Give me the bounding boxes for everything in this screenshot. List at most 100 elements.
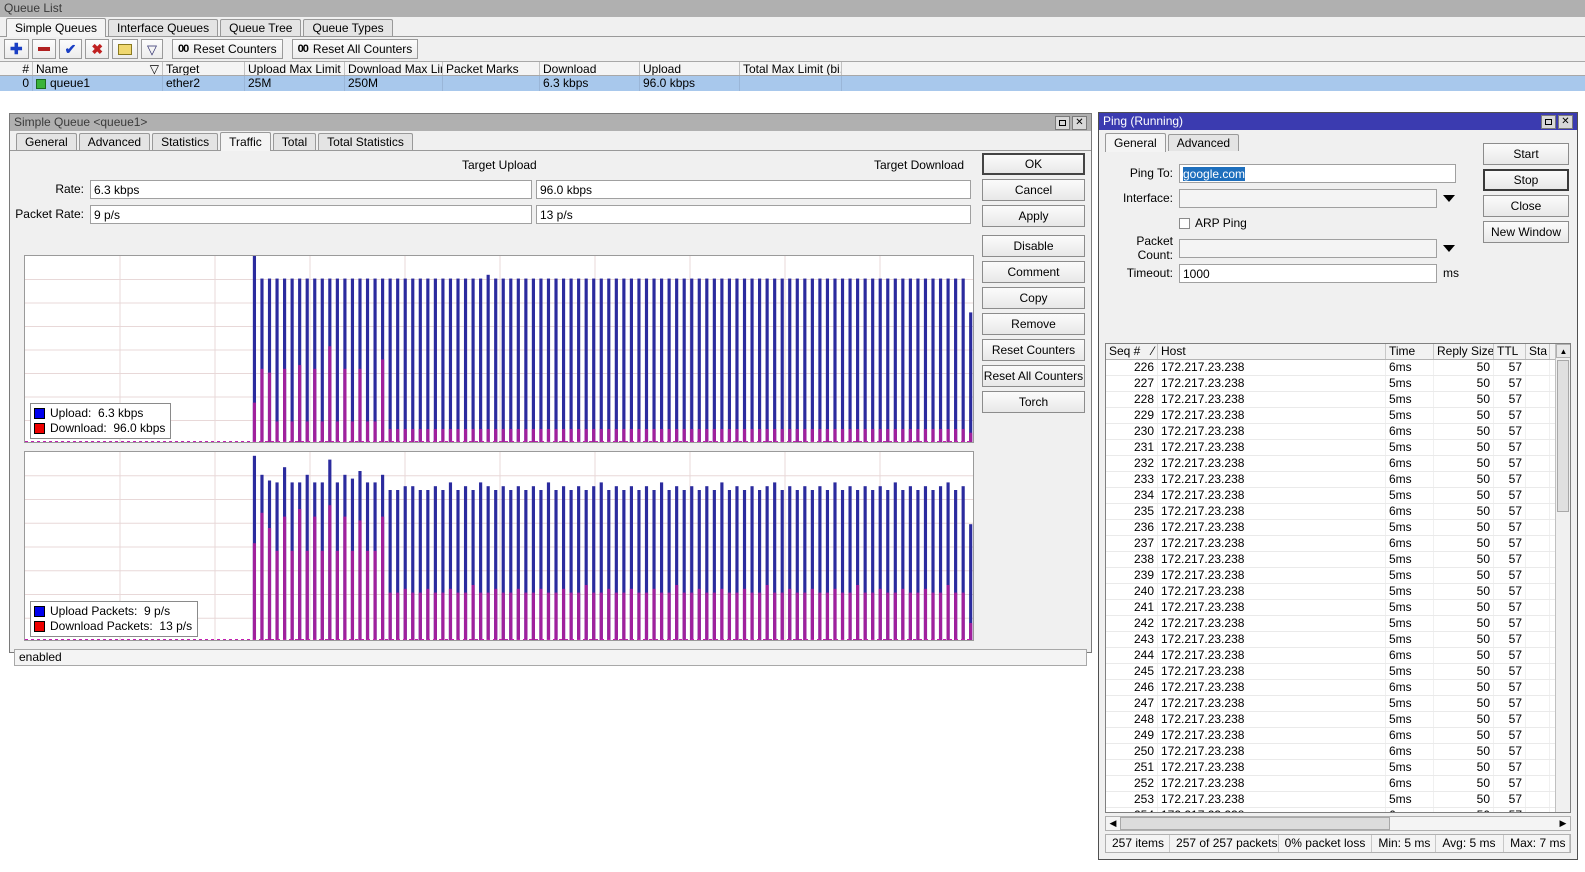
reset-all-counters-button[interactable]: Reset All Counters xyxy=(982,365,1085,387)
table-row[interactable]: 246 172.217.23.238 6ms 50 57 xyxy=(1106,680,1570,696)
cancel-button[interactable]: Cancel xyxy=(982,179,1085,201)
disable-button[interactable]: Disable xyxy=(982,235,1085,257)
column-header-[interactable]: # xyxy=(0,62,33,75)
remove-button[interactable] xyxy=(31,39,56,59)
stop-button[interactable]: Stop xyxy=(1483,169,1569,191)
enable-button[interactable]: ✔ xyxy=(58,39,83,59)
packet-rate-download-field[interactable]: 13 p/s xyxy=(536,204,971,224)
table-row[interactable]: 241 172.217.23.238 5ms 50 57 xyxy=(1106,600,1570,616)
table-row[interactable]: 249 172.217.23.238 6ms 50 57 xyxy=(1106,728,1570,744)
column-header-host[interactable]: Host xyxy=(1158,344,1386,359)
table-row[interactable]: 245 172.217.23.238 5ms 50 57 xyxy=(1106,664,1570,680)
column-header-ttl[interactable]: TTL xyxy=(1494,344,1526,359)
timeout-input[interactable]: 1000 xyxy=(1179,263,1437,283)
table-row[interactable]: 234 172.217.23.238 5ms 50 57 xyxy=(1106,488,1570,504)
copy-button[interactable]: Copy xyxy=(982,287,1085,309)
scroll-up-icon[interactable]: ▲ xyxy=(1556,344,1570,358)
add-button[interactable]: ✚ xyxy=(4,39,29,59)
column-header-download-max-limit[interactable]: Download Max Limit xyxy=(345,62,443,75)
column-header-name[interactable]: Name ▽ xyxy=(33,62,163,75)
tab-total[interactable]: Total xyxy=(272,133,317,150)
column-header-packet-marks[interactable]: Packet Marks xyxy=(443,62,540,75)
table-row[interactable]: 239 172.217.23.238 5ms 50 57 xyxy=(1106,568,1570,584)
interface-input[interactable] xyxy=(1179,188,1437,208)
table-row[interactable]: 226 172.217.23.238 6ms 50 57 xyxy=(1106,360,1570,376)
tab-interface-queues[interactable]: Interface Queues xyxy=(108,19,219,36)
close-icon[interactable]: ✕ xyxy=(1072,115,1087,130)
arp-ping-checkbox[interactable] xyxy=(1179,217,1190,229)
column-header-download[interactable]: Download xyxy=(540,62,640,75)
column-header-upload-max-limit[interactable]: Upload Max Limit xyxy=(245,62,345,75)
column-header-target[interactable]: Target xyxy=(163,62,245,75)
tab-statistics[interactable]: Statistics xyxy=(152,133,219,150)
rate-download-field[interactable]: 96.0 kbps xyxy=(536,179,971,199)
scroll-right-icon[interactable]: ▶ xyxy=(1556,817,1570,830)
apply-button[interactable]: Apply xyxy=(982,205,1085,227)
comment-button[interactable] xyxy=(112,39,139,59)
tab-advanced[interactable]: Advanced xyxy=(78,133,151,150)
column-header-time[interactable]: Time xyxy=(1386,344,1434,359)
table-row[interactable]: 237 172.217.23.238 6ms 50 57 xyxy=(1106,536,1570,552)
packet-count-input[interactable] xyxy=(1179,238,1437,258)
remove-button[interactable]: Remove xyxy=(982,313,1085,335)
table-row[interactable]: 252 172.217.23.238 6ms 50 57 xyxy=(1106,776,1570,792)
tab-general[interactable]: General xyxy=(16,133,77,150)
torch-button[interactable]: Torch xyxy=(982,391,1085,413)
table-row[interactable]: 236 172.217.23.238 5ms 50 57 xyxy=(1106,520,1570,536)
close-icon[interactable]: ✕ xyxy=(1558,114,1573,129)
tab-advanced[interactable]: Advanced xyxy=(1167,134,1240,151)
table-row[interactable]: 243 172.217.23.238 5ms 50 57 xyxy=(1106,632,1570,648)
scroll-thumb[interactable] xyxy=(1557,360,1569,512)
table-row[interactable]: 228 172.217.23.238 5ms 50 57 xyxy=(1106,392,1570,408)
tab-queue-types[interactable]: Queue Types xyxy=(303,19,393,36)
chevron-down-icon[interactable] xyxy=(1443,244,1455,252)
rate-upload-field[interactable]: 6.3 kbps xyxy=(90,179,532,199)
reset-counters-button[interactable]: Reset Counters xyxy=(982,339,1085,361)
maximize-icon[interactable] xyxy=(1055,115,1070,130)
ping-to-input[interactable]: google.com xyxy=(1179,163,1456,183)
column-header-sta[interactable]: Sta xyxy=(1526,344,1550,359)
reset-all-counters-button[interactable]: 00 Reset All Counters xyxy=(291,39,419,59)
tab-traffic[interactable]: Traffic xyxy=(220,132,271,151)
queue-list-titlebar[interactable]: Queue List xyxy=(0,0,1585,17)
table-row[interactable]: 231 172.217.23.238 5ms 50 57 xyxy=(1106,440,1570,456)
tab-simple-queues[interactable]: Simple Queues xyxy=(6,18,107,37)
new-window-button[interactable]: New Window xyxy=(1483,221,1569,243)
column-header-reply-size[interactable]: Reply Size xyxy=(1434,344,1494,359)
table-row[interactable]: 254172.217.23.2386ms5057 xyxy=(1106,808,1570,812)
ping-table-vscrollbar[interactable]: ▲ xyxy=(1555,344,1570,812)
table-row[interactable]: 238 172.217.23.238 5ms 50 57 xyxy=(1106,552,1570,568)
comment-button[interactable]: Comment xyxy=(982,261,1085,283)
tab-general[interactable]: General xyxy=(1105,133,1166,152)
table-row[interactable]: 250 172.217.23.238 6ms 50 57 xyxy=(1106,744,1570,760)
column-header-seq[interactable]: Seq # ⁄ xyxy=(1106,344,1158,359)
disable-button[interactable]: ✖ xyxy=(85,39,110,59)
filter-button[interactable]: ▽ xyxy=(141,39,164,59)
table-row[interactable]: 248 172.217.23.238 5ms 50 57 xyxy=(1106,712,1570,728)
tab-queue-tree[interactable]: Queue Tree xyxy=(220,19,302,36)
ok-button[interactable]: OK xyxy=(982,153,1085,175)
simple-queue-titlebar[interactable]: Simple Queue <queue1> ✕ xyxy=(10,114,1091,131)
table-row[interactable]: 229 172.217.23.238 5ms 50 57 xyxy=(1106,408,1570,424)
packet-rate-upload-field[interactable]: 9 p/s xyxy=(90,204,532,224)
tab-total-statistics[interactable]: Total Statistics xyxy=(318,133,413,150)
table-row[interactable]: 244 172.217.23.238 6ms 50 57 xyxy=(1106,648,1570,664)
column-header-total-max-limit-bi[interactable]: Total Max Limit (bi... xyxy=(740,62,842,75)
ping-titlebar[interactable]: Ping (Running) ✕ xyxy=(1099,113,1577,130)
table-row[interactable]: 253 172.217.23.238 5ms 50 57 xyxy=(1106,792,1570,808)
chevron-down-icon[interactable] xyxy=(1443,194,1455,202)
maximize-icon[interactable] xyxy=(1541,114,1556,129)
table-row[interactable]: 227 172.217.23.238 5ms 50 57 xyxy=(1106,376,1570,392)
table-row[interactable]: 232 172.217.23.238 6ms 50 57 xyxy=(1106,456,1570,472)
column-header-upload[interactable]: Upload xyxy=(640,62,740,75)
start-button[interactable]: Start xyxy=(1483,143,1569,165)
table-row[interactable]: 242 172.217.23.238 5ms 50 57 xyxy=(1106,616,1570,632)
scroll-left-icon[interactable]: ◀ xyxy=(1106,817,1120,830)
table-row[interactable]: 251 172.217.23.238 5ms 50 57 xyxy=(1106,760,1570,776)
reset-counters-button[interactable]: 00 Reset Counters xyxy=(172,39,283,59)
table-row[interactable]: 0 queue1 ether2 25M 250M 6.3 kbps 96.0 kbps xyxy=(0,76,1585,91)
close-button[interactable]: Close xyxy=(1483,195,1569,217)
ping-table-hscrollbar[interactable]: ◀ ▶ xyxy=(1105,816,1571,831)
scroll-thumb[interactable] xyxy=(1120,817,1391,830)
table-row[interactable]: 233 172.217.23.238 6ms 50 57 xyxy=(1106,472,1570,488)
